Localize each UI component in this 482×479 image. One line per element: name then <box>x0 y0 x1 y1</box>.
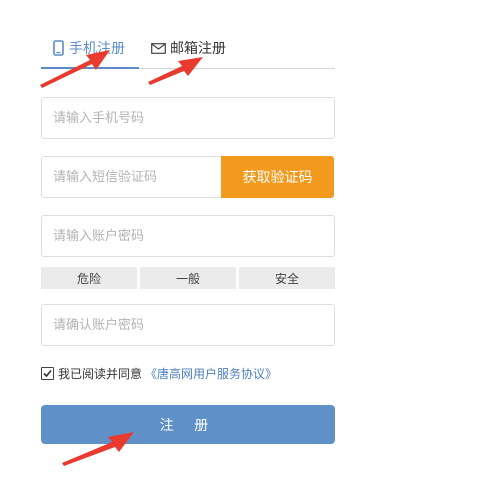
confirm-password-field <box>41 304 335 346</box>
service-agreement-link[interactable]: 《唐高网用户服务协议》 <box>145 365 277 382</box>
confirm-password-input[interactable] <box>42 305 334 345</box>
envelope-icon <box>151 42 166 54</box>
phone-number-input[interactable] <box>42 98 334 138</box>
sms-code-field <box>41 156 222 198</box>
password-input[interactable] <box>42 216 334 256</box>
agreement-row: 我已阅读并同意 《唐高网用户服务协议》 <box>41 365 277 382</box>
tab-email-label: 邮箱注册 <box>170 41 226 57</box>
password-strength-meter: 危险 一般 安全 <box>41 267 335 289</box>
register-button[interactable]: 注 册 <box>41 405 335 444</box>
mobile-phone-icon <box>53 39 64 56</box>
tab-email-register[interactable]: 邮箱注册 <box>151 28 226 68</box>
sms-code-input[interactable] <box>42 157 221 197</box>
agree-checkbox[interactable] <box>41 367 54 380</box>
strength-level-strong: 安全 <box>239 267 335 289</box>
tab-phone-register[interactable]: 手机注册 <box>41 28 139 69</box>
strength-level-medium: 一般 <box>140 267 236 289</box>
checkmark-icon <box>43 369 52 378</box>
strength-level-weak: 危险 <box>41 267 137 289</box>
get-code-button[interactable]: 获取验证码 <box>221 156 334 198</box>
register-tabs: 手机注册 邮箱注册 <box>41 28 335 69</box>
phone-number-field <box>41 97 335 139</box>
password-field <box>41 215 335 257</box>
tab-phone-label: 手机注册 <box>69 40 125 57</box>
agree-text: 我已阅读并同意 <box>58 367 143 381</box>
